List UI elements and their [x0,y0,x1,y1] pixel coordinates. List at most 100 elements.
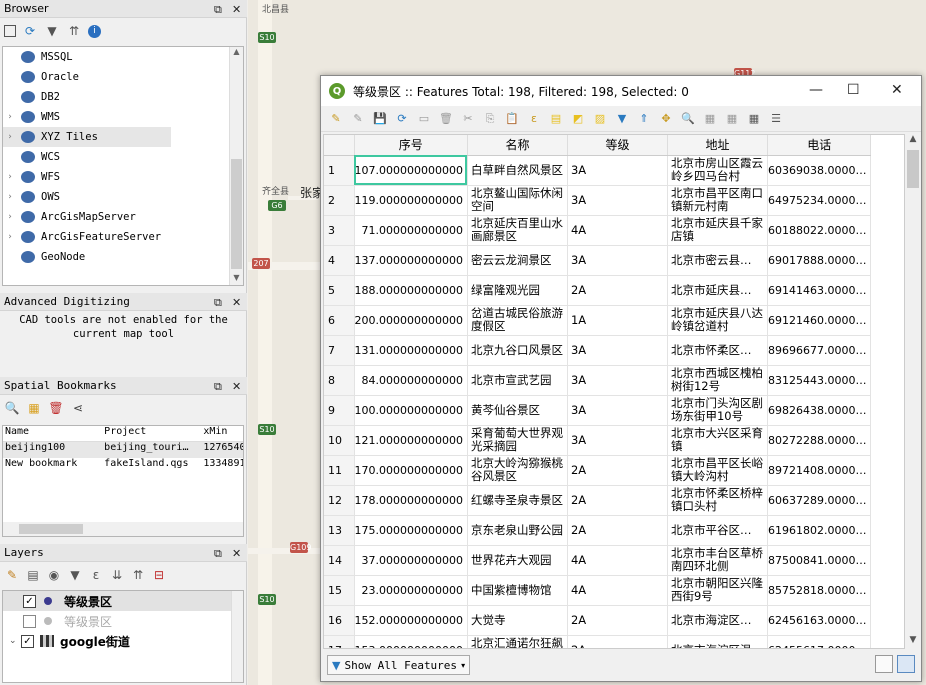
cell-name[interactable]: 北京延庆百里山水画廊景区 [467,215,568,246]
filter-legend-icon[interactable]: ▼ [67,567,83,583]
cell-id[interactable]: 188.000000000000 [354,275,468,306]
cell-id[interactable]: 153.000000000000 [354,635,468,648]
filter-icon[interactable]: ▼ [44,23,60,39]
cell-id[interactable]: 37.000000000000 [354,545,468,576]
row-number[interactable]: 7 [324,335,355,366]
field-calculator-icon[interactable]: ▦ [745,110,763,128]
chevron-right-icon[interactable]: › [3,212,17,222]
bookmarks-table[interactable]: Name Project xMin beijing100 beijing_tou… [2,425,244,537]
layer-item[interactable]: ✓ 等级景区 [3,591,243,611]
cell-id[interactable]: 23.000000000000 [354,575,468,606]
cut-icon[interactable]: ✂ [459,110,477,128]
cell-name[interactable]: 北京汇通诺尔狂飙乐园 [467,635,568,648]
cell-level[interactable]: 3A [567,185,668,216]
row-number[interactable]: 17 [324,635,355,648]
row-number[interactable]: 12 [324,485,355,516]
layer-checkbox[interactable] [23,614,36,628]
cell-level[interactable]: 2A [567,605,668,636]
chevron-right-icon[interactable]: › [3,112,17,122]
minimize-button[interactable]: — [809,82,823,98]
layer-checkbox[interactable]: ✓ [21,634,34,648]
select-all-icon[interactable]: ▤ [547,110,565,128]
cell-level[interactable]: 4A [567,575,668,606]
show-all-features-button[interactable]: ▼ Show All Features ▾ [327,655,471,675]
cell-id[interactable]: 121.000000000000 [354,425,468,456]
cell-name[interactable]: 黄芩仙谷景区 [467,395,568,426]
table-row[interactable]: 10 121.000000000000 采育葡萄大世界观光采摘园 3A 北京市大兴区采育… [324,425,872,456]
cell-level[interactable]: 3A [567,155,668,186]
style-icon[interactable]: ✎ [4,567,20,583]
cell-id[interactable]: 170.000000000000 [354,455,468,486]
cell-id[interactable]: 137.000000000000 [354,245,468,276]
close-icon[interactable]: ✕ [232,378,241,396]
float-icon[interactable]: ⧉ [214,1,222,19]
table-view-icon[interactable] [875,655,893,673]
cell-address[interactable]: 北京市平谷区… [667,515,768,546]
save-edits-icon[interactable]: 💾 [371,110,389,128]
table-row[interactable]: 7 131.000000000000 北京九谷口风景区 3A 北京市怀柔区… 896966… [324,335,872,366]
vertical-scrollbar[interactable]: ▲ ▼ [229,47,243,285]
add-selected-icon[interactable] [4,25,16,37]
move-selection-top-icon[interactable]: ⇑ [635,110,653,128]
table-row[interactable]: 11 170.000000000000 北京大岭沟猕猴桃谷风景区 2A 北京市昌平区长峪… [324,455,872,486]
cell-address[interactable]: 北京市房山区霞云岭乡四马台村 [667,155,768,186]
cell-level[interactable]: 2A [567,455,668,486]
cell-level[interactable]: 3A [567,425,668,456]
cell-phone[interactable]: 69017888.0000… [767,245,872,276]
invert-selection-icon[interactable]: ◩ [569,110,587,128]
column-header[interactable]: xMin [201,426,243,441]
delete-field-icon[interactable]: ▦ [723,110,741,128]
browser-item[interactable]: › ArcGisFeatureServer [3,227,171,247]
float-icon[interactable]: ⧉ [214,378,222,396]
cell-address[interactable]: 北京市怀柔区… [667,335,768,366]
cell-level[interactable]: 1A [567,305,668,336]
row-number[interactable]: 10 [324,425,355,456]
row-number[interactable]: 1 [324,155,355,186]
cell-name[interactable]: 采育葡萄大世界观光采摘园 [467,425,568,456]
window-titlebar[interactable]: Q 等级景区 :: Features Total: 198, Filtered:… [321,76,921,106]
column-header[interactable]: 名称 [467,135,568,156]
cell-level[interactable]: 3A [567,365,668,396]
collapse-all-icon[interactable]: ⇈ [66,23,82,39]
cell-phone[interactable]: 87500841.0000… [767,545,872,576]
cell-address[interactable]: 北京市延庆县… [667,275,768,306]
table-row[interactable]: 9 100.000000000000 黄芩仙谷景区 3A 北京市门头沟区剧场东街甲10号… [324,395,872,426]
cell-phone[interactable]: 62456163.0000… [767,605,872,636]
column-header[interactable]: Name [3,426,102,441]
cell-id[interactable]: 152.000000000000 [354,605,468,636]
table-row[interactable]: 5 188.000000000000 绿富隆观光园 2A 北京市延庆县… 69141463… [324,275,872,306]
browser-item[interactable]: DB2 [3,87,171,107]
table-row[interactable]: 3 71.000000000000 北京延庆百里山水画廊景区 4A 北京市延庆县千家店镇… [324,215,872,246]
filter-select-icon[interactable]: ▼ [613,110,631,128]
delete-feature-icon[interactable]: 🗑 [437,110,455,128]
cell-name[interactable]: 白草畔自然风景区 [467,155,568,186]
cell-phone[interactable]: 80272288.0000… [767,425,872,456]
float-icon[interactable]: ⧉ [214,294,222,312]
table-row[interactable]: 12 178.000000000000 红螺寺圣泉寺景区 2A 北京市怀柔区桥梓镇口头村… [324,485,872,516]
row-number[interactable]: 2 [324,185,355,216]
cell-name[interactable]: 北京大岭沟猕猴桃谷风景区 [467,455,568,486]
table-row[interactable]: 16 152.000000000000 大觉寺 2A 北京市海淀区… 62456163.0… [324,605,872,636]
cell-id[interactable]: 107.000000000000 [354,155,468,186]
row-number[interactable]: 16 [324,605,355,636]
browser-item[interactable]: › WFS [3,167,171,187]
cell-address[interactable]: 北京市海淀区… [667,605,768,636]
cell-address[interactable]: 北京市昌平区长峪镇大岭沟村 [667,455,768,486]
cell-address[interactable]: 北京市朝阳区兴隆西街9号 [667,575,768,606]
close-icon[interactable]: ✕ [232,1,241,19]
bookmark-row[interactable]: beijing100 beijing_touri… 1276540 [3,442,243,458]
add-group-icon[interactable]: ▤ [25,567,41,583]
browser-item[interactable]: GeoNode [3,247,171,267]
zoom-to-bookmark-icon[interactable]: 🔍 [4,400,20,416]
cell-level[interactable]: 2A [567,275,668,306]
delete-bookmark-icon[interactable]: 🗑 [48,400,64,416]
layers-tree[interactable]: ✓ 等级景区 等级景区 ⌄ ✓ google街道 [2,590,244,683]
browser-item[interactable]: Oracle [3,67,171,87]
bookmark-row[interactable]: New bookmark fakeIsland.qgs 1334891 [3,458,243,474]
horizontal-scrollbar[interactable] [3,522,243,536]
table-row[interactable]: 17153.000000000000北京汇通诺尔狂飙乐园2A北京市海淀区温…62… [324,635,872,648]
visibility-icon[interactable]: ◉ [46,567,62,583]
vertical-scrollbar[interactable] [231,591,243,682]
cell-id[interactable]: 200.000000000000 [354,305,468,336]
column-header[interactable]: 电话 [767,135,872,156]
